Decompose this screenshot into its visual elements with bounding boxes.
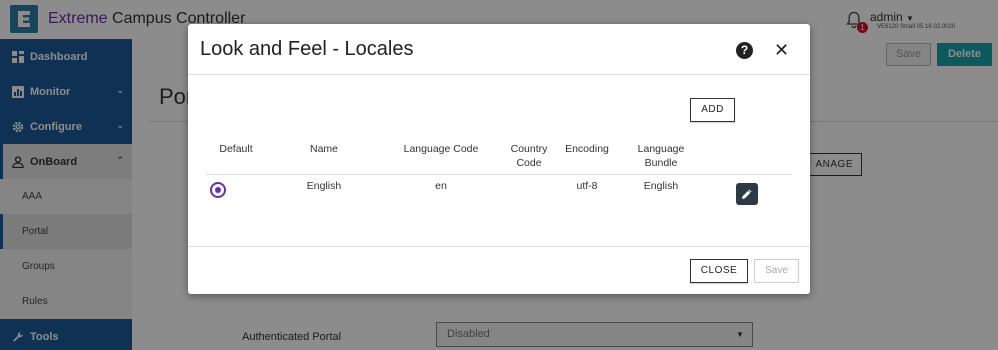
locales-dialog: Look and Feel - Locales ? ✕ ADD Default … <box>188 24 810 294</box>
dialog-title: Look and Feel - Locales <box>200 38 414 60</box>
close-button[interactable]: CLOSE <box>690 259 748 283</box>
cell-language-code: en <box>435 180 447 192</box>
cell-name: English <box>306 180 342 192</box>
column-header-line: Bundle <box>644 157 678 169</box>
add-locale-button[interactable]: ADD <box>690 98 735 122</box>
column-header-line: Code <box>516 157 542 169</box>
help-icon[interactable]: ? <box>736 42 753 59</box>
default-locale-radio[interactable] <box>210 182 226 198</box>
pencil-icon <box>742 189 752 199</box>
column-header-default: Default <box>219 143 253 155</box>
column-header-line: Language <box>637 143 685 155</box>
save-button[interactable]: Save <box>754 259 799 283</box>
cell-encoding: utf-8 <box>576 180 598 192</box>
divider <box>188 246 810 247</box>
cell-language-bundle: English <box>643 180 679 192</box>
divider <box>206 174 791 175</box>
column-header-language-bundle: Language Bundle <box>628 142 694 170</box>
edit-locale-button[interactable] <box>736 183 758 205</box>
column-header-country-code: Country Code <box>499 142 559 170</box>
column-header-encoding: Encoding <box>565 143 609 155</box>
column-header-language-code: Language Code <box>403 143 479 155</box>
column-header-name: Name <box>309 143 338 155</box>
close-icon[interactable]: ✕ <box>774 40 789 60</box>
divider <box>188 74 810 75</box>
column-header-line: Country <box>510 143 548 155</box>
